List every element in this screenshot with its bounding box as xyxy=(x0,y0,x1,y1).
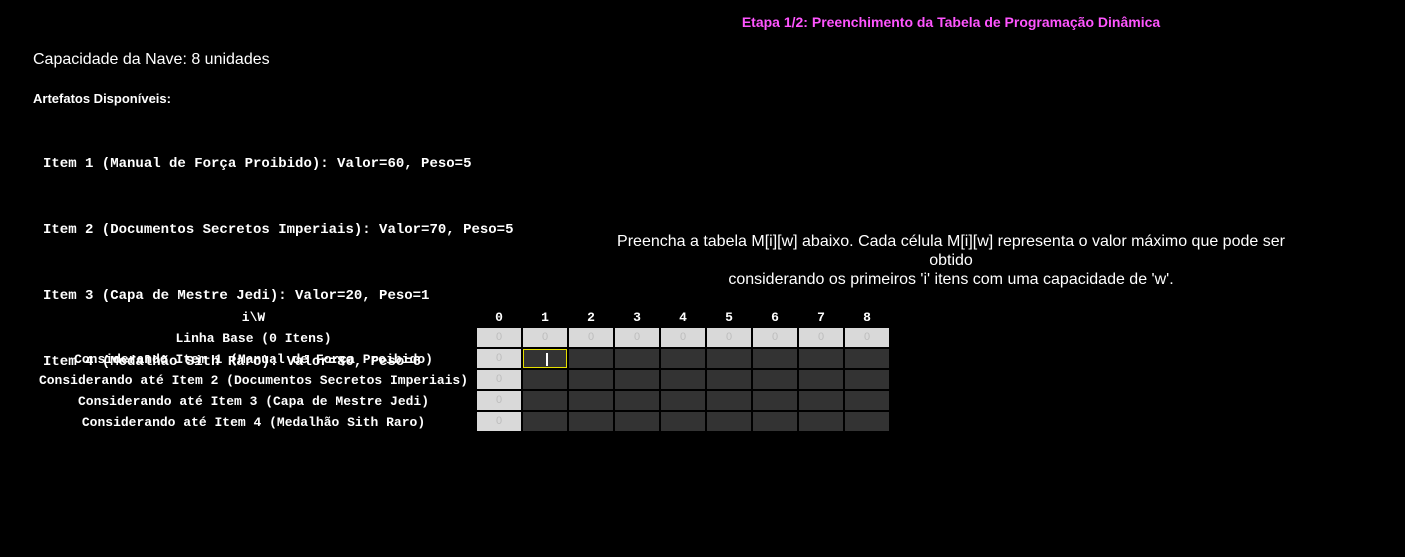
artifacts-heading: Artefatos Disponíveis: xyxy=(33,91,171,106)
table-cell-input[interactable] xyxy=(845,349,889,368)
table-cell-fixed: 0 xyxy=(753,328,797,347)
table-cell-fixed: 0 xyxy=(477,328,521,347)
table-cell-input[interactable] xyxy=(661,412,705,431)
row-label: Linha Base (0 Itens) xyxy=(175,331,332,346)
table-cell-input[interactable] xyxy=(661,391,705,410)
table-cell-input[interactable] xyxy=(615,391,659,410)
table-cell-input[interactable] xyxy=(707,412,751,431)
table-cell-fixed: 0 xyxy=(799,328,843,347)
instructions: Preencha a tabela M[i][w] abaixo. Cada c… xyxy=(600,232,1302,289)
table-cell-fixed: 0 xyxy=(477,391,521,410)
table-cell-input[interactable] xyxy=(569,412,613,431)
table-cell-fixed: 0 xyxy=(523,328,567,347)
table-row: Linha Base (0 Itens) 0 0 0 0 0 0 0 0 0 xyxy=(0,328,900,349)
row-label: Considerando Item 1 (Manual de Força Pro… xyxy=(74,352,433,367)
row-label: Considerando até Item 3 (Capa de Mestre … xyxy=(77,394,430,409)
table-cell-input[interactable] xyxy=(569,391,613,410)
table-cell-input[interactable] xyxy=(845,370,889,389)
table-cell-input[interactable] xyxy=(799,349,843,368)
instructions-line-1: Preencha a tabela M[i][w] abaixo. Cada c… xyxy=(617,233,1285,269)
table-cell-fixed: 0 xyxy=(569,328,613,347)
column-header: 5 xyxy=(725,310,733,325)
column-header: 1 xyxy=(541,310,549,325)
column-header: 0 xyxy=(495,310,503,325)
table-cell-fixed: 0 xyxy=(477,412,521,431)
table-cell-input[interactable] xyxy=(569,370,613,389)
table-cell-input[interactable] xyxy=(523,370,567,389)
table-cell-input[interactable] xyxy=(707,370,751,389)
table-cell-input-active[interactable] xyxy=(523,349,567,368)
table-cell-fixed: 0 xyxy=(845,328,889,347)
table-cell-input[interactable] xyxy=(845,391,889,410)
table-cell-input[interactable] xyxy=(753,370,797,389)
table-row: Considerando até Item 2 (Documentos Secr… xyxy=(0,370,900,391)
table-cell-input[interactable] xyxy=(799,370,843,389)
table-cell-fixed: 0 xyxy=(477,349,521,368)
table-row: Considerando Item 1 (Manual de Força Pro… xyxy=(0,349,900,370)
table-cell-input[interactable] xyxy=(707,349,751,368)
text-caret xyxy=(546,353,548,366)
column-header: 3 xyxy=(633,310,641,325)
corner-label: i\W xyxy=(241,310,266,325)
row-label: Considerando até Item 2 (Documentos Secr… xyxy=(38,373,469,388)
table-cell-input[interactable] xyxy=(845,412,889,431)
table-cell-input[interactable] xyxy=(615,370,659,389)
table-cell-input[interactable] xyxy=(615,412,659,431)
table-cell-input[interactable] xyxy=(523,412,567,431)
table-row: Considerando até Item 4 (Medalhão Sith R… xyxy=(0,412,900,433)
table-cell-fixed: 0 xyxy=(707,328,751,347)
table-cell-input[interactable] xyxy=(707,391,751,410)
column-header: 2 xyxy=(587,310,595,325)
table-cell-input[interactable] xyxy=(799,391,843,410)
table-cell-input[interactable] xyxy=(569,349,613,368)
column-header: 8 xyxy=(863,310,871,325)
table-cell-input[interactable] xyxy=(753,412,797,431)
table-cell-input[interactable] xyxy=(523,391,567,410)
column-header: 4 xyxy=(679,310,687,325)
ship-capacity: Capacidade da Nave: 8 unidades xyxy=(33,51,270,68)
table-cell-fixed: 0 xyxy=(661,328,705,347)
table-cell-input[interactable] xyxy=(799,412,843,431)
table-row: Considerando até Item 3 (Capa de Mestre … xyxy=(0,391,900,412)
table-cell-fixed: 0 xyxy=(615,328,659,347)
instructions-line-2: considerando os primeiros 'i' itens com … xyxy=(728,271,1174,288)
row-label: Considerando até Item 4 (Medalhão Sith R… xyxy=(81,415,426,430)
table-cell-fixed: 0 xyxy=(477,370,521,389)
artifact-item: Item 2 (Documentos Secretos Imperiais): … xyxy=(43,222,514,238)
table-cell-input[interactable] xyxy=(615,349,659,368)
column-header: 6 xyxy=(771,310,779,325)
table-cell-input[interactable] xyxy=(753,349,797,368)
artifact-item: Item 3 (Capa de Mestre Jedi): Valor=20, … xyxy=(43,288,430,304)
column-header: 7 xyxy=(817,310,825,325)
table-cell-input[interactable] xyxy=(753,391,797,410)
table-cell-input[interactable] xyxy=(661,370,705,389)
stage-title: Etapa 1/2: Preenchimento da Tabela de Pr… xyxy=(741,14,1161,30)
artifact-item: Item 1 (Manual de Força Proibido): Valor… xyxy=(43,156,472,172)
table-cell-input[interactable] xyxy=(661,349,705,368)
